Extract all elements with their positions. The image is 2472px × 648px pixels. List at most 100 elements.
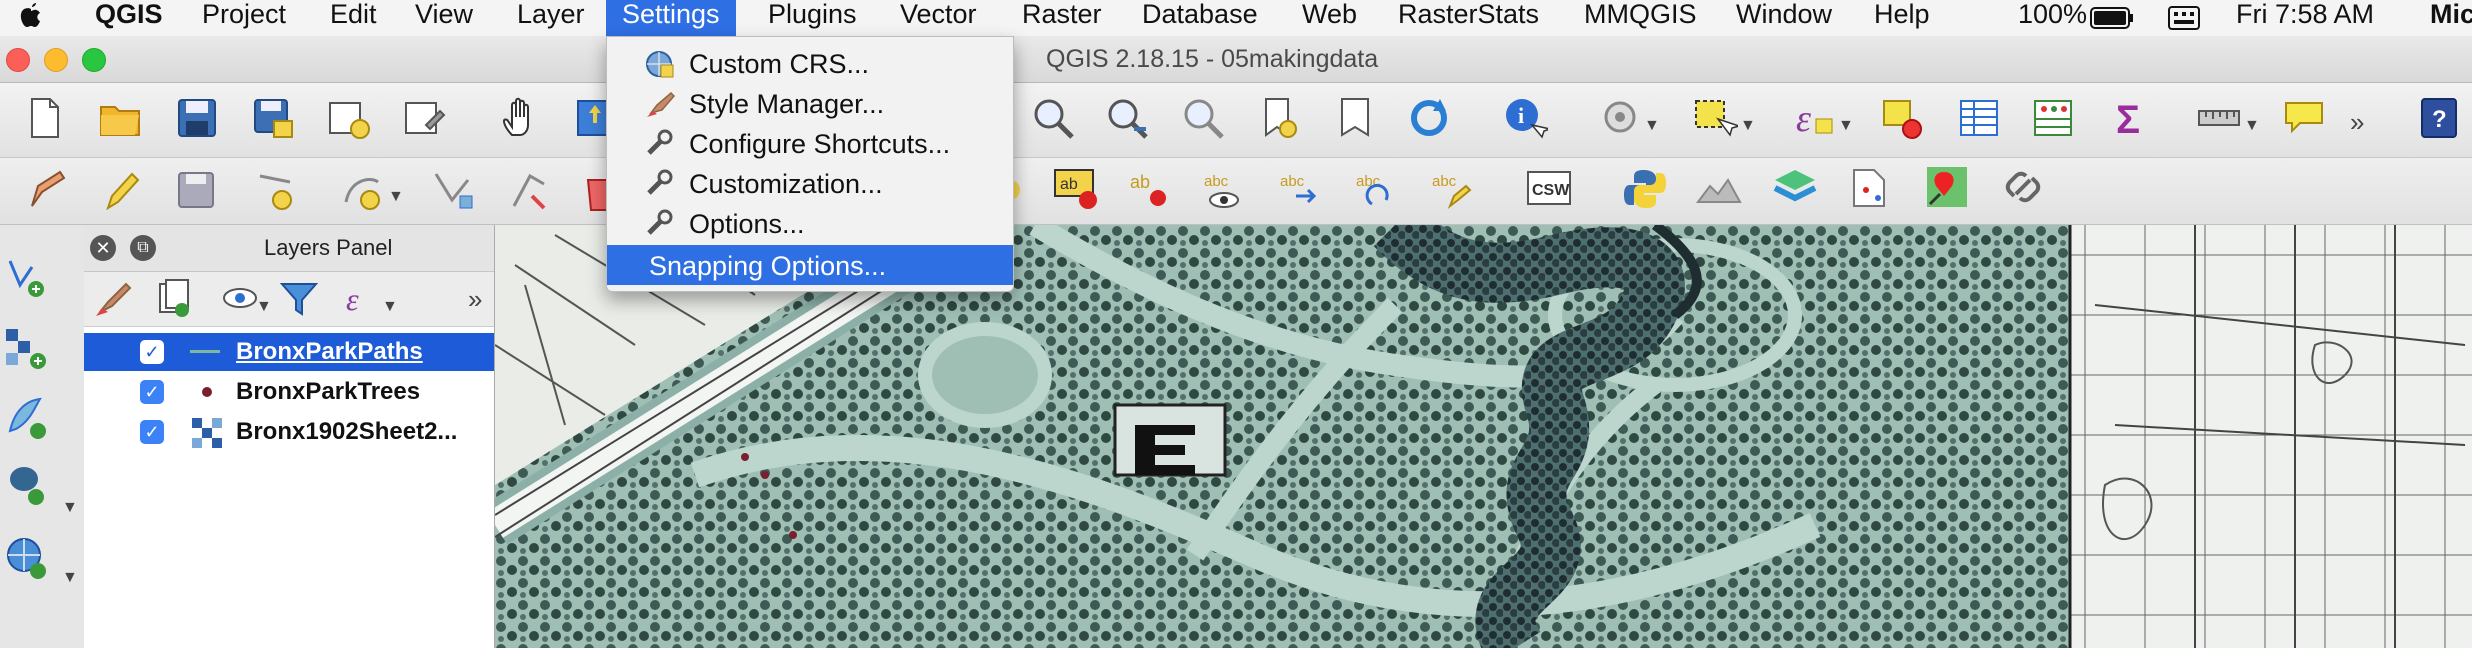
menu-help[interactable]: Help (1874, 0, 1930, 36)
toggle-editing-icon[interactable] (98, 168, 144, 214)
add-feature-icon[interactable] (252, 168, 298, 214)
save-layer-edits-icon[interactable] (174, 168, 220, 214)
menu-item-configure-shortcuts[interactable]: Configure Shortcuts... (607, 123, 1013, 163)
modify-attributes-icon[interactable] (506, 168, 552, 214)
menu-vector[interactable]: Vector (900, 0, 977, 36)
new-project-icon[interactable] (22, 95, 68, 141)
menu-mmqgis[interactable]: MMQGIS (1584, 0, 1697, 36)
menubar-clock[interactable]: Fri 7:58 AM (2236, 0, 2374, 36)
composer-manager-icon[interactable] (402, 95, 448, 141)
float-panel-icon[interactable]: ⧉ (130, 235, 156, 261)
new-print-composer-icon[interactable] (326, 95, 372, 141)
filter-funnel-icon[interactable] (276, 276, 322, 322)
map-tips-icon[interactable] (2282, 95, 2328, 141)
layer-stack-icon[interactable] (1772, 164, 1818, 210)
coordinate-capture-icon[interactable] (1924, 164, 1970, 210)
sum-sigma-icon[interactable]: Σ (2108, 95, 2154, 141)
minimize-window-button[interactable] (44, 48, 68, 72)
filter-by-expression-icon[interactable]: ε (340, 276, 386, 322)
zoom-last-icon[interactable] (1180, 95, 1226, 141)
layer-row-bronxparkpaths[interactable]: ✓ BronxParkPaths (84, 333, 494, 371)
layer-name[interactable]: BronxParkTrees (236, 378, 420, 406)
menu-item-customization[interactable]: Customization... (607, 163, 1013, 203)
style-brush-icon[interactable] (90, 276, 136, 322)
toolbar-overflow-icon[interactable]: » (468, 284, 482, 315)
link-chain-icon[interactable] (2000, 164, 2046, 210)
menu-rasterstats[interactable]: RasterStats (1398, 0, 1539, 36)
pan-hand-icon[interactable] (498, 95, 544, 141)
zoom-window-button[interactable] (82, 48, 106, 72)
save-as-icon[interactable] (250, 95, 296, 141)
close-window-button[interactable] (6, 48, 30, 72)
help-contents-icon[interactable]: ? (2416, 95, 2462, 141)
close-panel-icon[interactable]: ✕ (90, 235, 116, 261)
select-by-expression-icon[interactable]: ε (1790, 95, 1836, 141)
menu-web[interactable]: Web (1302, 0, 1357, 36)
highlight-pinned-labels-icon[interactable]: ab (1126, 166, 1172, 212)
menu-item-custom-crs[interactable]: Custom CRS... (607, 43, 1013, 83)
menu-layer[interactable]: Layer (517, 0, 585, 36)
chevron-down-icon[interactable]: ▼ (1838, 117, 1854, 135)
add-postgis-layer-icon[interactable] (4, 461, 50, 507)
identify-features-icon[interactable]: i (1502, 95, 1548, 141)
menu-raster[interactable]: Raster (1022, 0, 1102, 36)
statistical-summary-icon[interactable] (2030, 95, 2076, 141)
save-project-icon[interactable] (174, 95, 220, 141)
deselect-features-icon[interactable] (1880, 95, 1926, 141)
select-features-icon[interactable] (1692, 95, 1738, 141)
layer-diagram-options-icon[interactable]: ab (1052, 166, 1098, 212)
chevron-down-icon[interactable]: ▼ (2244, 117, 2260, 135)
show-hide-labels-icon[interactable]: abc (1200, 166, 1246, 212)
layer-visibility-checkbox[interactable]: ✓ (140, 340, 164, 364)
menu-item-style-manager[interactable]: Style Manager... (607, 83, 1013, 123)
apple-icon[interactable] (18, 0, 44, 36)
open-project-icon[interactable] (98, 95, 144, 141)
menu-plugins[interactable]: Plugins (768, 0, 857, 36)
node-tool-icon[interactable] (430, 168, 476, 214)
layer-name[interactable]: Bronx1902Sheet2... (236, 418, 457, 446)
add-group-icon[interactable] (152, 276, 198, 322)
layer-visibility-checkbox[interactable]: ✓ (140, 380, 164, 404)
change-label-icon[interactable]: abc (1428, 166, 1474, 212)
move-label-icon[interactable]: abc (1276, 166, 1322, 212)
menu-project[interactable]: Project (202, 0, 286, 36)
refresh-icon[interactable] (1406, 95, 1452, 141)
run-feature-action-icon[interactable] (1598, 95, 1644, 141)
zoom-out-icon[interactable] (1104, 95, 1150, 141)
chevron-down-icon[interactable]: ▼ (62, 499, 78, 517)
chevron-down-icon[interactable]: ▼ (388, 188, 404, 206)
layer-row-bronx1902sheet2[interactable]: ✓ Bronx1902Sheet2... (84, 413, 494, 451)
chevron-down-icon[interactable]: ▼ (256, 298, 272, 316)
zoom-in-icon[interactable] (1030, 95, 1076, 141)
app-menu-qgis[interactable]: QGIS (95, 0, 163, 36)
layer-name[interactable]: BronxParkPaths (236, 338, 423, 366)
menu-window[interactable]: Window (1736, 0, 1832, 36)
chevron-down-icon[interactable]: ▼ (62, 569, 78, 587)
chevron-down-icon[interactable]: ▼ (1644, 117, 1660, 135)
layer-row-bronxparktrees[interactable]: ✓ BronxParkTrees (84, 373, 494, 411)
menu-edit[interactable]: Edit (330, 0, 377, 36)
python-console-icon[interactable] (1622, 166, 1668, 212)
menu-item-snapping-options[interactable]: Snapping Options... (607, 245, 1013, 285)
add-raster-layer-icon[interactable] (4, 325, 50, 371)
menubar-user[interactable]: Mic (2430, 0, 2472, 36)
georeferencer-icon[interactable] (1848, 164, 1894, 210)
menu-item-options[interactable]: Options... (607, 203, 1013, 243)
new-bookmark-icon[interactable] (1256, 95, 1302, 141)
open-attribute-table-icon[interactable] (1956, 95, 2002, 141)
add-wms-layer-icon[interactable] (4, 535, 50, 581)
measure-line-icon[interactable] (2196, 95, 2242, 141)
menu-database[interactable]: Database (1142, 0, 1258, 36)
add-circular-string-icon[interactable] (340, 168, 386, 214)
current-edits-icon[interactable] (24, 168, 70, 214)
terrain-profile-icon[interactable] (1696, 166, 1742, 212)
rotate-label-icon[interactable]: abc (1352, 166, 1398, 212)
show-bookmarks-icon[interactable] (1332, 95, 1378, 141)
menu-view[interactable]: View (415, 0, 473, 36)
add-vector-layer-icon[interactable] (4, 255, 50, 301)
layer-visibility-checkbox[interactable]: ✓ (140, 420, 164, 444)
chevron-down-icon[interactable]: ▼ (382, 298, 398, 316)
add-spatialite-layer-icon[interactable] (4, 395, 50, 441)
toolbar-overflow-icon[interactable]: » (2350, 107, 2364, 138)
menu-settings[interactable]: Settings (606, 0, 736, 36)
